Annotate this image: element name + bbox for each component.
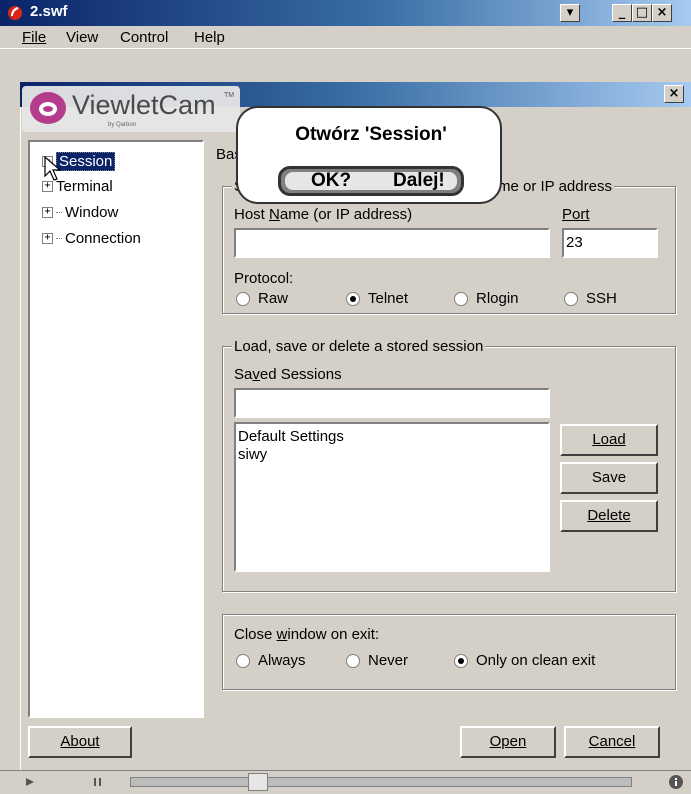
radio-selected-icon [346, 291, 360, 306]
player-controls [0, 770, 691, 793]
radio-label: SSH [586, 290, 617, 307]
window-menu-dropdown-icon[interactable]: ▾ [560, 4, 580, 22]
radio-icon [236, 653, 250, 668]
pause-button[interactable] [60, 774, 120, 790]
tree-item-label: Terminal [56, 178, 113, 195]
toolbar-area [0, 48, 691, 83]
radio-selected-icon [454, 653, 468, 668]
radio-label: Raw [258, 290, 289, 307]
play-icon [26, 778, 34, 786]
info-icon[interactable] [668, 774, 684, 790]
flash-app-icon [6, 3, 24, 21]
port-label: Port [562, 206, 590, 223]
radio-icon [346, 653, 360, 668]
radio-label: Telnet [368, 290, 409, 307]
tree-item-window[interactable]: + Window [42, 204, 118, 221]
list-item[interactable]: Default Settings [238, 424, 548, 446]
maximize-button[interactable]: □ [632, 4, 652, 22]
protocol-telnet-radio[interactable]: Telnet [346, 290, 408, 307]
logo-tm: TM [224, 92, 235, 99]
radio-label: Only on clean exit [476, 652, 596, 669]
cancel-button[interactable]: Cancel [564, 726, 660, 758]
expand-icon[interactable]: + [42, 233, 53, 244]
viewletcam-logo-icon [30, 92, 66, 124]
radio-label: Never [368, 652, 409, 669]
viewletcam-logo: ViewletCam TM by Qarbon [22, 86, 240, 132]
load-button[interactable]: Load [560, 424, 658, 456]
window-title: 2.swf [30, 3, 68, 20]
radio-label: Rlogin [476, 290, 519, 307]
radio-icon [236, 291, 250, 306]
delete-button[interactable]: Delete [560, 500, 658, 532]
menu-control[interactable]: Control [120, 29, 168, 46]
menu-file[interactable]: File [22, 29, 46, 46]
expand-icon[interactable]: + [42, 181, 53, 192]
saved-sessions-list[interactable]: Default Settings siwy [234, 422, 550, 572]
protocol-raw-radio[interactable]: Raw [236, 290, 288, 307]
progress-slider-handle[interactable] [248, 773, 268, 791]
play-button[interactable] [6, 774, 56, 790]
sessions-group-label: Load, save or delete a stored session [232, 338, 486, 355]
host-group-label-tail: me or IP address [496, 178, 614, 195]
balloon-ok-label: OK? [311, 170, 352, 191]
close-never-radio[interactable]: Never [346, 652, 408, 669]
saved-sessions-label: Saved Sessions [234, 366, 342, 383]
list-item[interactable]: siwy [238, 446, 548, 464]
close-always-radio[interactable]: Always [236, 652, 306, 669]
tutorial-balloon: Otwórz 'Session' OK? Dalej! [236, 106, 502, 204]
protocol-rlogin-radio[interactable]: Rlogin [454, 290, 519, 307]
category-tree[interactable]: − Session + Terminal + Window + Connecti… [28, 140, 204, 718]
host-name-input[interactable] [234, 228, 550, 258]
balloon-next-label: Dalej! [393, 170, 445, 191]
menubar: File View Control Help [0, 26, 691, 48]
tree-connector [56, 238, 62, 239]
menu-help[interactable]: Help [194, 29, 225, 46]
balloon-button[interactable]: OK? Dalej! [278, 166, 464, 196]
minimize-button[interactable]: _ [612, 4, 632, 22]
radio-label: Always [258, 652, 306, 669]
menu-view[interactable]: View [66, 29, 98, 46]
tree-item-label: Connection [65, 230, 141, 247]
dialog-close-button[interactable]: × [664, 85, 684, 103]
balloon-text: Otwórz 'Session' [295, 124, 447, 145]
tree-item-label: Window [65, 204, 119, 221]
about-button[interactable]: About [28, 726, 132, 758]
save-button[interactable]: Save [560, 462, 658, 494]
mouse-cursor-icon [44, 156, 62, 181]
radio-icon [454, 291, 468, 306]
logo-byline: by Qarbon [108, 122, 137, 128]
close-clean-exit-radio[interactable]: Only on clean exit [454, 652, 595, 669]
host-name-label: Host Name (or IP address) [234, 206, 413, 223]
saved-session-input[interactable] [234, 388, 550, 418]
progress-track[interactable] [130, 777, 632, 787]
port-input[interactable]: 23 [562, 228, 658, 258]
radio-icon [564, 291, 578, 306]
close-window-label: Close window on exit: [234, 626, 380, 643]
expand-icon[interactable]: + [42, 207, 53, 218]
window-titlebar [0, 0, 691, 26]
close-button[interactable]: × [652, 4, 672, 22]
protocol-ssh-radio[interactable]: SSH [564, 290, 617, 307]
open-button[interactable]: Open [460, 726, 556, 758]
tree-item-label: Session [56, 152, 116, 171]
protocol-label: Protocol: [234, 270, 294, 287]
pause-icon [94, 778, 101, 786]
tree-item-connection[interactable]: + Connection [42, 230, 141, 247]
logo-brand: ViewletCam [72, 90, 216, 120]
tree-connector [56, 212, 62, 213]
